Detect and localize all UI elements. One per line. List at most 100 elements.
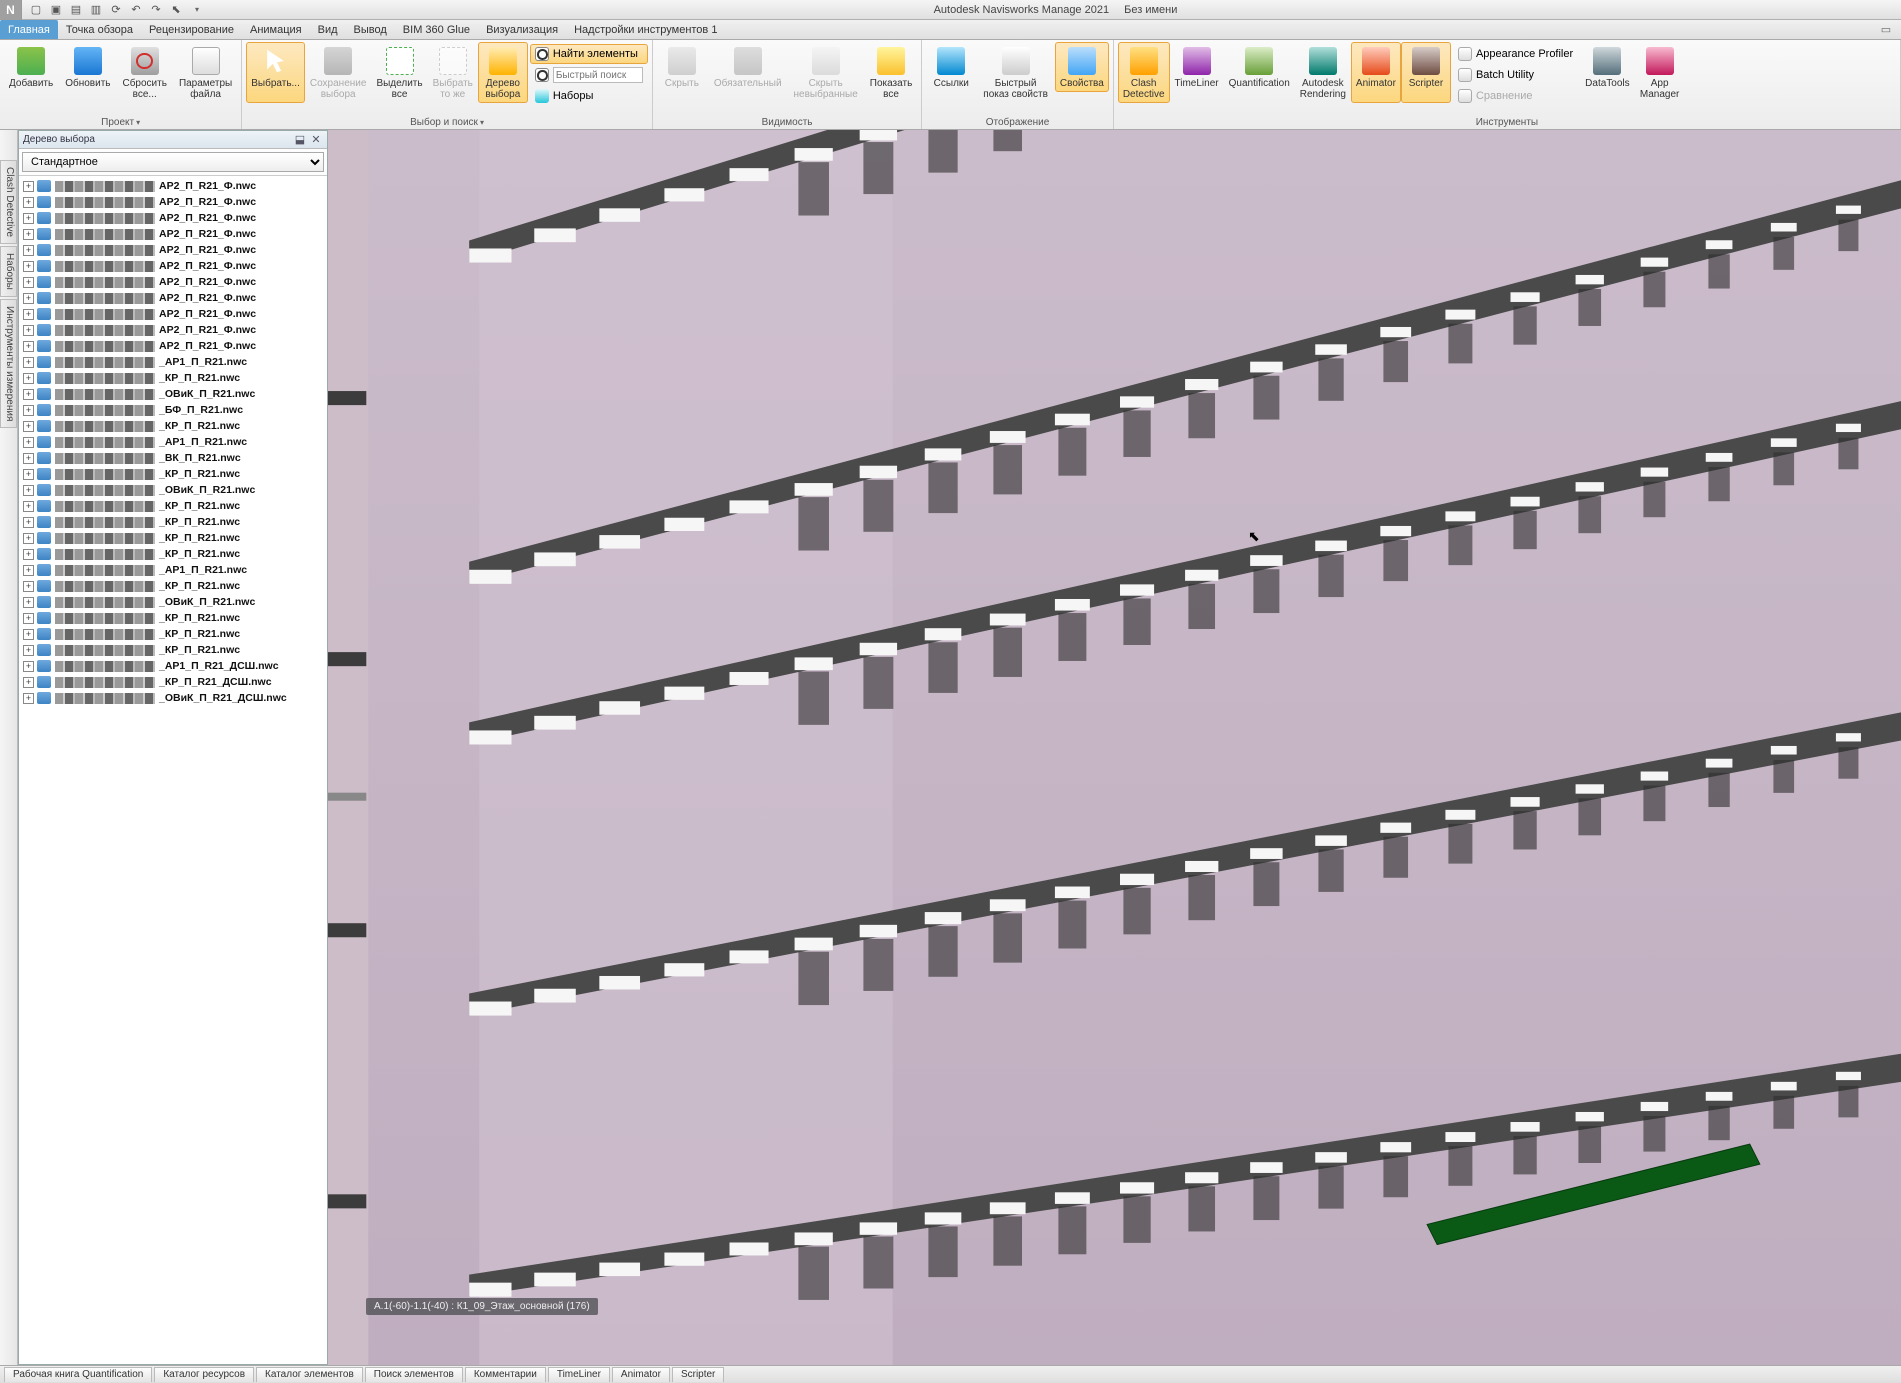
expand-icon[interactable]: +: [23, 645, 34, 656]
qat-more-icon[interactable]: [188, 2, 204, 18]
bottom-tab-TimeLiner[interactable]: TimeLiner: [548, 1367, 610, 1382]
menu-BIM 360 Glue[interactable]: BIM 360 Glue: [395, 20, 478, 39]
tree-item[interactable]: +_ОВиК_П_R21.nwc: [19, 386, 327, 402]
qat-refresh-icon[interactable]: ⟳: [108, 2, 124, 18]
expand-icon[interactable]: +: [23, 485, 34, 496]
ribbon-btn-Ссылки[interactable]: Ссылки: [926, 42, 976, 92]
ribbon-btn-Параметры файла[interactable]: Параметрыфайла: [174, 42, 237, 103]
expand-icon[interactable]: +: [23, 357, 34, 368]
tree-item[interactable]: +АР2_П_R21_Ф.nwc: [19, 290, 327, 306]
ribbon-btn-Выбрать...[interactable]: Выбрать...: [246, 42, 305, 103]
tree-item[interactable]: +АР2_П_R21_Ф.nwc: [19, 274, 327, 290]
tree-item[interactable]: +_КР_П_R21.nwc: [19, 370, 327, 386]
tree-item[interactable]: +АР2_П_R21_Ф.nwc: [19, 242, 327, 258]
expand-icon[interactable]: +: [23, 245, 34, 256]
ribbon-btn-Autodesk Rendering[interactable]: AutodeskRendering: [1295, 42, 1351, 103]
menu-Точка обзора[interactable]: Точка обзора: [58, 20, 141, 39]
expand-icon[interactable]: +: [23, 261, 34, 272]
menu-Визуализация[interactable]: Визуализация: [478, 20, 566, 39]
qat-redo-icon[interactable]: ↷: [148, 2, 164, 18]
menu-Рецензирование[interactable]: Рецензирование: [141, 20, 242, 39]
bottom-tab-Scripter[interactable]: Scripter: [672, 1367, 724, 1382]
ribbon-btn-Свойства[interactable]: Свойства: [1055, 42, 1109, 92]
ribbon-btn-Выделить все[interactable]: Выделитьвсе: [371, 42, 427, 103]
quick-find-input[interactable]: [553, 67, 643, 83]
expand-icon[interactable]: +: [23, 549, 34, 560]
expand-icon[interactable]: +: [23, 661, 34, 672]
expand-icon[interactable]: +: [23, 501, 34, 512]
ribbon-btn-Сбросить все...[interactable]: Сброситьвсе...: [117, 42, 171, 103]
ribbon-btn-Animator[interactable]: Animator: [1351, 42, 1401, 103]
bottom-tab-Каталог ресурсов[interactable]: Каталог ресурсов: [154, 1367, 254, 1382]
expand-icon[interactable]: +: [23, 181, 34, 192]
ribbon-btn-Наборы[interactable]: Наборы: [530, 86, 648, 106]
ribbon-btn-DataTools[interactable]: DataTools: [1580, 42, 1634, 103]
tree-item[interactable]: +АР2_П_R21_Ф.nwc: [19, 210, 327, 226]
expand-icon[interactable]: +: [23, 293, 34, 304]
tree-item[interactable]: +_АР1_П_R21_ДСШ.nwc: [19, 658, 327, 674]
side-tab-Clash Detective[interactable]: Clash Detective: [0, 160, 17, 244]
expand-icon[interactable]: +: [23, 325, 34, 336]
tree-item[interactable]: +АР2_П_R21_Ф.nwc: [19, 178, 327, 194]
tree-item[interactable]: +_КР_П_R21.nwc: [19, 626, 327, 642]
tree-item[interactable]: +_КР_П_R21.nwc: [19, 610, 327, 626]
bottom-tab-Рабочая книга Quantification[interactable]: Рабочая книга Quantification: [4, 1367, 152, 1382]
tree-item[interactable]: +_ОВиК_П_R21.nwc: [19, 482, 327, 498]
tree-item[interactable]: +_КР_П_R21.nwc: [19, 642, 327, 658]
tree-item[interactable]: +_АР1_П_R21.nwc: [19, 434, 327, 450]
tree-item[interactable]: +_ОВиК_П_R21.nwc: [19, 594, 327, 610]
ribbon-btn-Быстрый поиск[interactable]: [530, 65, 648, 85]
menu-Анимация[interactable]: Анимация: [242, 20, 310, 39]
expand-icon[interactable]: +: [23, 373, 34, 384]
ribbon-btn-Найти элементы[interactable]: Найти элементы: [530, 44, 648, 64]
expand-icon[interactable]: +: [23, 197, 34, 208]
ribbon-btn-Добавить[interactable]: Добавить: [4, 42, 58, 92]
tree-item[interactable]: +АР2_П_R21_Ф.nwc: [19, 258, 327, 274]
expand-icon[interactable]: +: [23, 693, 34, 704]
tree-item[interactable]: +_КР_П_R21.nwc: [19, 498, 327, 514]
expand-icon[interactable]: +: [23, 517, 34, 528]
bottom-tab-Поиск элементов[interactable]: Поиск элементов: [365, 1367, 463, 1382]
ribbon-btn-Показать все[interactable]: Показатьвсе: [865, 42, 918, 103]
side-tab-Наборы[interactable]: Наборы: [0, 246, 17, 297]
expand-icon[interactable]: +: [23, 437, 34, 448]
qat-select-icon[interactable]: ⬉: [168, 2, 184, 18]
expand-icon[interactable]: +: [23, 389, 34, 400]
expand-icon[interactable]: +: [23, 341, 34, 352]
menu-Вывод[interactable]: Вывод: [346, 20, 395, 39]
panel-close-icon[interactable]: ✕: [309, 133, 323, 147]
tree-item[interactable]: +_ВК_П_R21.nwc: [19, 450, 327, 466]
expand-icon[interactable]: +: [23, 213, 34, 224]
tree-item[interactable]: +_КР_П_R21.nwc: [19, 578, 327, 594]
tree-item[interactable]: +АР2_П_R21_Ф.nwc: [19, 194, 327, 210]
expand-icon[interactable]: +: [23, 629, 34, 640]
ribbon-btn-Scripter[interactable]: Scripter: [1401, 42, 1451, 103]
ribbon-btn-Appearance Profiler[interactable]: Appearance Profiler: [1453, 44, 1578, 64]
menu-toggle-icon[interactable]: ▭: [1877, 20, 1895, 38]
qat-open-icon[interactable]: ▣: [48, 2, 64, 18]
group-label-project[interactable]: Проект: [4, 116, 237, 129]
expand-icon[interactable]: +: [23, 405, 34, 416]
tree-item[interactable]: +_КР_П_R21.nwc: [19, 514, 327, 530]
side-tab-Инструменты измерения[interactable]: Инструменты измерения: [0, 299, 17, 428]
ribbon-btn-Дерево выбора[interactable]: Деревовыбора: [478, 42, 528, 103]
qat-save-icon[interactable]: ▤: [68, 2, 84, 18]
menu-Вид[interactable]: Вид: [310, 20, 346, 39]
tree-item[interactable]: +_КР_П_R21.nwc: [19, 418, 327, 434]
bottom-tab-Animator[interactable]: Animator: [612, 1367, 670, 1382]
expand-icon[interactable]: +: [23, 613, 34, 624]
tree-item[interactable]: +_ОВиК_П_R21_ДСШ.nwc: [19, 690, 327, 706]
expand-icon[interactable]: +: [23, 565, 34, 576]
panel-pin-icon[interactable]: ⬓: [293, 133, 307, 147]
ribbon-btn-TimeLiner[interactable]: TimeLiner: [1170, 42, 1224, 103]
selection-tree[interactable]: +АР2_П_R21_Ф.nwc+АР2_П_R21_Ф.nwc+АР2_П_R…: [19, 176, 327, 1364]
tree-item[interactable]: +_БФ_П_R21.nwc: [19, 402, 327, 418]
expand-icon[interactable]: +: [23, 453, 34, 464]
qat-print-icon[interactable]: ▥: [88, 2, 104, 18]
tree-item[interactable]: +_КР_П_R21.nwc: [19, 530, 327, 546]
bottom-tab-Каталог элементов[interactable]: Каталог элементов: [256, 1367, 363, 1382]
qat-new-icon[interactable]: ▢: [28, 2, 44, 18]
bottom-tab-Комментарии[interactable]: Комментарии: [465, 1367, 546, 1382]
ribbon-btn-Batch Utility[interactable]: Batch Utility: [1453, 65, 1578, 85]
ribbon-btn-Quantification[interactable]: Quantification: [1224, 42, 1295, 103]
